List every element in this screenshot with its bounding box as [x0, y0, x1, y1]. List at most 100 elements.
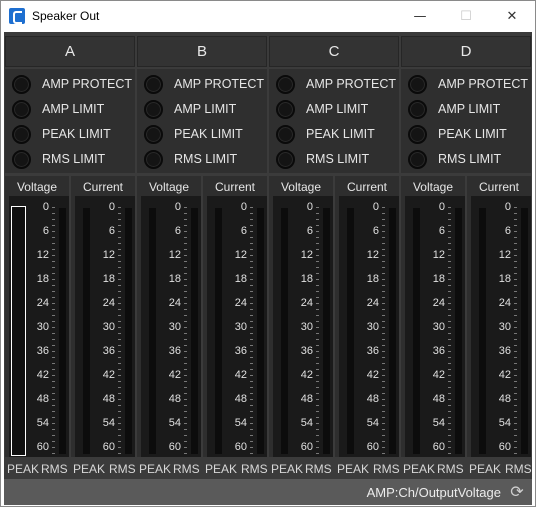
scale-minor-tick — [448, 243, 451, 244]
scale-minor-tick — [52, 369, 55, 370]
scale-tick-label: 18 — [366, 273, 379, 285]
scale-minor-tick — [382, 393, 385, 394]
scale-tick-label: 0 — [108, 201, 115, 213]
scale-minor-tick — [118, 327, 121, 328]
scale-minor-tick — [382, 429, 385, 430]
indicator-rms-limit: RMS LIMIT — [144, 149, 237, 169]
scale-minor-tick — [184, 279, 187, 280]
scale-minor-tick — [250, 297, 253, 298]
scale-minor-tick — [52, 267, 55, 268]
current-meter[interactable]: Current 0 6 12 18 24 30 36 42 48 54 60 — [71, 176, 135, 457]
scale-minor-tick — [250, 255, 253, 256]
scale-minor-tick — [250, 243, 253, 244]
scale-minor-tick — [184, 207, 187, 208]
led-indicator — [408, 149, 427, 169]
scale-minor-tick — [514, 351, 517, 352]
scale-minor-tick — [514, 219, 517, 220]
scale-minor-tick — [514, 249, 517, 250]
scale-minor-tick — [382, 279, 385, 280]
scale-minor-tick — [184, 255, 187, 256]
scale-minor-tick — [250, 411, 253, 412]
voltage-meter[interactable]: Voltage 0 6 12 18 24 30 36 42 48 54 60 — [137, 176, 201, 457]
scale-minor-tick — [184, 441, 187, 442]
scale-minor-tick — [382, 333, 385, 334]
refresh-icon[interactable]: ⟳ — [508, 483, 526, 501]
scale-tick-label: 48 — [432, 393, 445, 405]
scale-minor-tick — [382, 285, 385, 286]
channel-a: A AMP PROTECT AMP LIMIT PEAK LIMIT RMS LIMIT… — [5, 36, 136, 482]
voltage-meter[interactable]: Voltage 0 6 12 18 24 30 36 42 48 54 60 — [401, 176, 465, 457]
scale-minor-tick — [250, 393, 253, 394]
scale-minor-tick — [118, 387, 121, 388]
scale-minor-tick — [118, 279, 121, 280]
scale-tick-label: 12 — [300, 249, 313, 261]
scale-minor-tick — [382, 291, 385, 292]
peak-label: PEAK — [139, 462, 172, 476]
led-indicator — [12, 74, 31, 94]
close-button[interactable]: ✕ — [489, 1, 535, 31]
scale-tick-label: 42 — [432, 369, 445, 381]
scale-tick-label: 48 — [168, 393, 181, 405]
scale-tick-label: 48 — [102, 393, 115, 405]
rms-label: RMS — [505, 462, 532, 476]
scale-tick-label: 6 — [174, 225, 181, 237]
meter-scale: 0 6 12 18 24 30 36 42 48 54 60 — [227, 196, 261, 457]
scale-minor-tick — [448, 255, 451, 256]
scale-minor-tick — [118, 435, 121, 436]
scale-minor-tick — [184, 357, 187, 358]
scale-minor-tick — [184, 243, 187, 244]
voltage-meter[interactable]: Voltage 0 6 12 18 24 30 36 42 48 54 60 — [269, 176, 333, 457]
scale-minor-tick — [250, 279, 253, 280]
scale-minor-tick — [52, 273, 55, 274]
scale-tick-label: 54 — [36, 417, 49, 429]
meter-scale: 0 6 12 18 24 30 36 42 48 54 60 — [293, 196, 327, 457]
scale-minor-tick — [52, 333, 55, 334]
scale-minor-tick — [514, 381, 517, 382]
scale-minor-tick — [448, 447, 451, 448]
scale-minor-tick — [382, 297, 385, 298]
indicator-peak-limit: PEAK LIMIT — [408, 124, 507, 144]
scale-tick-label: 36 — [36, 345, 49, 357]
scale-minor-tick — [250, 345, 253, 346]
scale-minor-tick — [316, 387, 319, 388]
scale-minor-tick — [382, 405, 385, 406]
scale-minor-tick — [118, 237, 121, 238]
channel-header: C — [269, 36, 399, 67]
scale-minor-tick — [514, 375, 517, 376]
peak-label: PEAK — [7, 462, 40, 476]
current-meter[interactable]: Current 0 6 12 18 24 30 36 42 48 54 60 — [467, 176, 531, 457]
scale-minor-tick — [514, 207, 517, 208]
voltage-meter[interactable]: Voltage 0 6 12 18 24 30 36 42 48 54 60 — [5, 176, 69, 457]
scale-tick-label: 24 — [432, 297, 445, 309]
scale-minor-tick — [118, 381, 121, 382]
indicator-label: AMP PROTECT — [174, 77, 265, 91]
scale-minor-tick — [448, 321, 451, 322]
scale-tick-label: 54 — [234, 417, 247, 429]
meter-title: Current — [346, 180, 387, 194]
title-bar[interactable]: Speaker Out — ☐ ✕ — [1, 1, 535, 31]
current-meter[interactable]: Current 0 6 12 18 24 30 36 42 48 54 60 — [335, 176, 399, 457]
scale-minor-tick — [448, 315, 451, 316]
scale-minor-tick — [514, 423, 517, 424]
indicator-peak-limit: PEAK LIMIT — [276, 124, 375, 144]
meter-title: Current — [82, 180, 123, 194]
scale-minor-tick — [382, 321, 385, 322]
scale-minor-tick — [382, 357, 385, 358]
scale-minor-tick — [250, 309, 253, 310]
scale-minor-tick — [448, 363, 451, 364]
scale-minor-tick — [52, 345, 55, 346]
scale-minor-tick — [118, 363, 121, 364]
indicator-label: PEAK LIMIT — [438, 127, 507, 141]
scale-minor-tick — [184, 303, 187, 304]
scale-minor-tick — [52, 453, 55, 454]
scale-minor-tick — [448, 381, 451, 382]
led-indicator — [144, 124, 163, 144]
scale-minor-tick — [448, 435, 451, 436]
indicator-rms-limit: RMS LIMIT — [12, 149, 105, 169]
indicator-amp-protect: AMP PROTECT — [408, 74, 528, 94]
scale-minor-tick — [118, 429, 121, 430]
scale-tick-label: 18 — [102, 273, 115, 285]
scale-minor-tick — [448, 297, 451, 298]
minimize-button[interactable]: — — [397, 1, 443, 31]
current-meter[interactable]: Current 0 6 12 18 24 30 36 42 48 54 60 — [203, 176, 267, 457]
